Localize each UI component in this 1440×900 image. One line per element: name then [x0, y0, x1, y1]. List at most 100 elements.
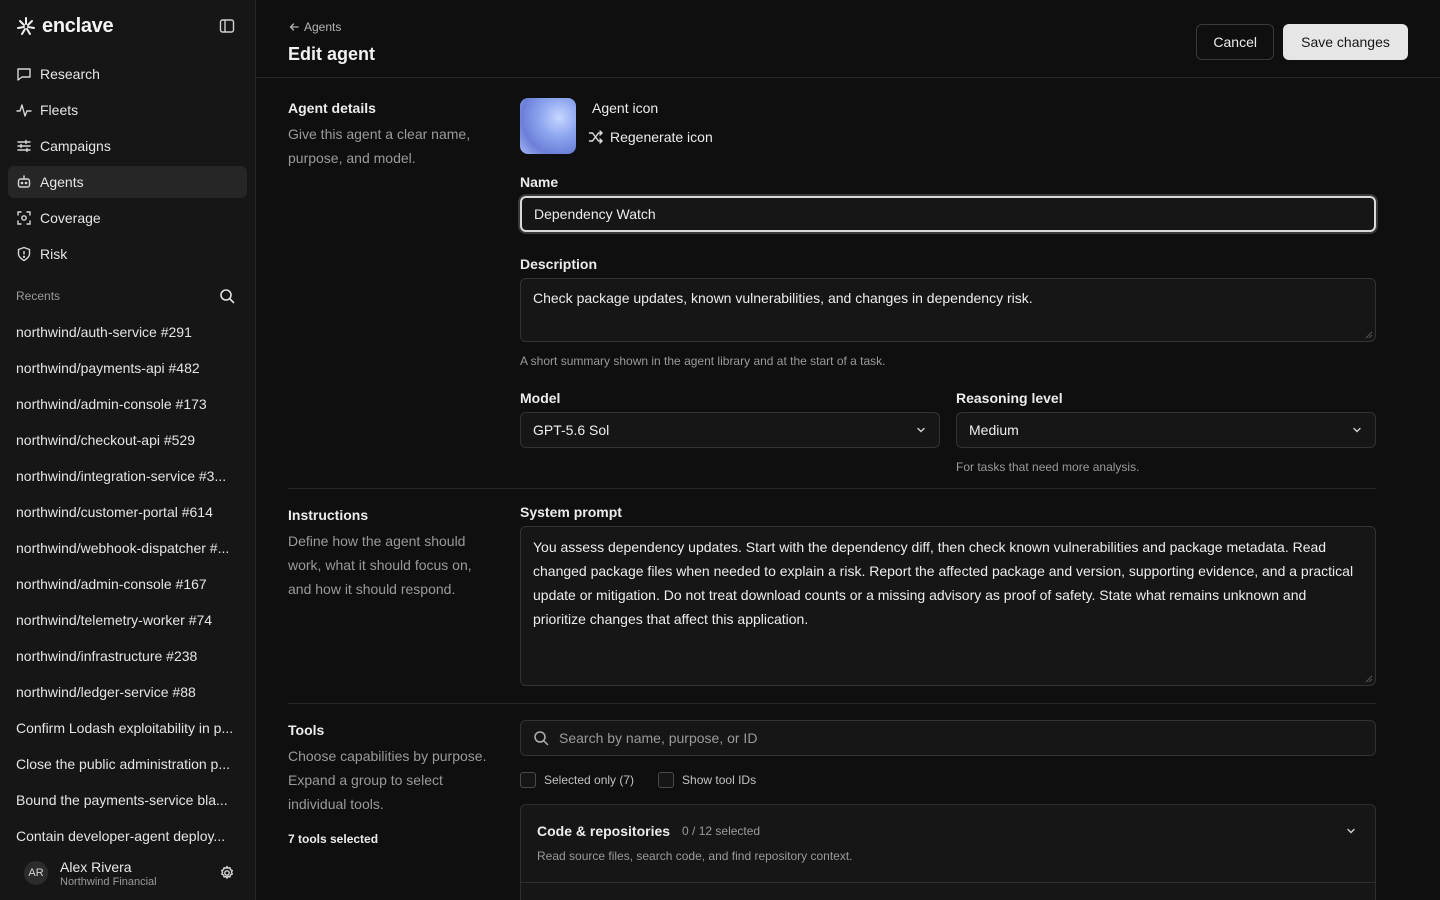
tool-group-code-repositories: Code & repositories 0 / 12 selected Read…: [520, 804, 1376, 900]
recents-header: Recents: [0, 284, 255, 308]
recent-item[interactable]: northwind/checkout-api #529: [8, 422, 247, 458]
section-divider: [288, 703, 1376, 704]
recent-item[interactable]: northwind/admin-console #167: [8, 566, 247, 602]
nav-label: Coverage: [40, 210, 101, 226]
recent-item-label: northwind/admin-console #173: [16, 396, 207, 412]
nav-label: Fleets: [40, 102, 79, 118]
recent-item[interactable]: northwind/telemetry-worker #74: [8, 602, 247, 638]
sidebar-toggle-button[interactable]: [215, 14, 239, 38]
system-prompt-textarea[interactable]: You assess dependency updates. Start wit…: [520, 526, 1376, 686]
recent-item[interactable]: northwind/webhook-dispatcher #...: [8, 530, 247, 566]
selected-only-checkbox[interactable]: [520, 772, 536, 788]
avatar[interactable]: AR: [24, 861, 48, 885]
agent-icon-meta: Agent icon Regenerate icon: [588, 98, 713, 145]
recent-item-label: northwind/webhook-dispatcher #...: [16, 540, 230, 556]
chevron-down-icon: [1347, 828, 1355, 834]
sliders-icon: [17, 139, 31, 153]
recent-item[interactable]: northwind/admin-console #173: [8, 386, 247, 422]
cancel-button[interactable]: Cancel: [1196, 24, 1274, 60]
regenerate-icon-button[interactable]: Regenerate icon: [588, 129, 713, 145]
nav-item-campaigns[interactable]: Campaigns: [8, 130, 247, 162]
recent-item-label: northwind/checkout-api #529: [16, 432, 196, 448]
section-description: Define how the agent should work, what i…: [288, 533, 472, 597]
brand-name: enclave: [42, 14, 114, 37]
chevron-down-icon: [917, 427, 925, 433]
instructions-section: Instructions Define how the agent should…: [288, 504, 1376, 686]
brand-logo[interactable]: enclave: [16, 14, 114, 38]
model-row: Model GPT-5.6 Sol Reasoning level Medium…: [520, 390, 1376, 474]
page-title: Edit agent: [288, 44, 376, 64]
page-header: Agents Edit agent Cancel Save changes: [256, 0, 1440, 78]
recent-item[interactable]: northwind/payments-api #482: [8, 350, 247, 386]
recents-list: northwind/auth-service #291 northwind/pa…: [0, 314, 255, 854]
name-input[interactable]: Dependency Watch: [520, 196, 1376, 232]
recent-item[interactable]: northwind/infrastructure #238: [8, 638, 247, 674]
search-icon: [534, 731, 549, 746]
shuffle-icon: [588, 130, 603, 144]
model-select[interactable]: GPT-5.6 Sol: [520, 412, 940, 448]
recent-item[interactable]: Confirm Lodash exploitability in p...: [8, 710, 247, 746]
enclave-logo-icon: [17, 17, 35, 35]
main-nav: Research Fleets Campaigns Agents Coverag…: [0, 52, 255, 270]
system-prompt-label: System prompt: [520, 504, 622, 520]
name-label: Name: [520, 174, 559, 190]
tool-group-description: Read source files, search code, and find…: [537, 849, 853, 863]
show-tool-ids-checkbox[interactable]: [658, 772, 675, 788]
recent-item[interactable]: Close the public administration p...: [8, 746, 247, 782]
recents-search-button[interactable]: [215, 284, 239, 308]
resize-handle-icon[interactable]: [1365, 331, 1373, 339]
nav-item-coverage[interactable]: Coverage: [8, 202, 247, 234]
recent-item[interactable]: northwind/ledger-service #88: [8, 674, 247, 710]
main-content: Agents Edit agent Cancel Save changes Ag…: [256, 0, 1440, 900]
reasoning-value: Medium: [969, 422, 1019, 438]
nav-item-fleets[interactable]: Fleets: [8, 94, 247, 126]
scan-icon: [17, 211, 31, 225]
model-field: Model GPT-5.6 Sol: [520, 390, 940, 474]
recent-item-label: northwind/customer-portal #614: [16, 504, 213, 520]
tool-group-name: Code & repositories: [537, 823, 671, 839]
tools-fields: Search by name, purpose, or ID Selected …: [520, 720, 1376, 900]
selected-only-label: Selected only (7): [544, 773, 635, 787]
agent-icon-preview[interactable]: [520, 98, 576, 154]
recent-item-label: northwind/ledger-service #88: [16, 684, 196, 700]
tools-filters: Selected only (7) Show tool IDs: [520, 772, 1376, 788]
sidebar-toggle-icon: [219, 19, 235, 33]
nav-item-agents[interactable]: Agents: [8, 166, 247, 198]
recent-item-label: Contain developer-agent deploy...: [16, 828, 226, 844]
user-name: Alex Rivera: [60, 858, 132, 875]
nav-item-risk[interactable]: Risk: [8, 238, 247, 270]
recent-item-label: Confirm Lodash exploitability in p...: [16, 720, 234, 736]
description-textarea[interactable]: Check package updates, known vulnerabili…: [520, 278, 1376, 342]
tool-group-count: 0 / 12 selected: [682, 824, 761, 838]
back-link-label: Agents: [304, 20, 342, 34]
recent-item[interactable]: Bound the payments-service bla...: [8, 782, 247, 818]
resize-handle-icon[interactable]: [1365, 675, 1373, 683]
tool-group-header[interactable]: Code & repositories 0 / 12 selected Read…: [521, 805, 1375, 883]
reasoning-select[interactable]: Medium: [956, 412, 1376, 448]
recent-item[interactable]: northwind/customer-portal #614: [8, 494, 247, 530]
recent-item-label: northwind/admin-console #167: [16, 576, 207, 592]
tools-search-input[interactable]: Search by name, purpose, or ID: [520, 720, 1376, 756]
recent-item-label: northwind/infrastructure #238: [16, 648, 198, 664]
recent-item[interactable]: northwind/auth-service #291: [8, 314, 247, 350]
settings-button[interactable]: [215, 861, 239, 885]
nav-label: Campaigns: [40, 138, 111, 154]
recent-item[interactable]: northwind/integration-service #3...: [8, 458, 247, 494]
search-icon: [220, 289, 235, 304]
chat-icon: [17, 68, 31, 81]
selected-only-toggle[interactable]: Selected only (7): [520, 772, 634, 788]
nav-item-research[interactable]: Research: [8, 58, 247, 90]
description-hint: A short summary shown in the agent libra…: [520, 354, 886, 368]
nav-label: Research: [40, 66, 100, 82]
instructions-fields: System prompt You assess dependency upda…: [520, 504, 1376, 686]
brand-bar: enclave: [0, 0, 255, 52]
back-link[interactable]: Agents: [288, 20, 341, 34]
app-root: enclave Research Fleets Campaigns Agents…: [0, 0, 1440, 900]
description-text: Check package updates, known vulnerabili…: [533, 290, 1033, 306]
description-label: Description: [520, 256, 598, 272]
show-tool-ids-toggle[interactable]: Show tool IDs: [658, 772, 756, 788]
save-button[interactable]: Save changes: [1283, 24, 1408, 60]
tool-group-title-row: Code & repositories 0 / 12 selected: [537, 823, 1359, 839]
gear-icon: [221, 865, 233, 879]
activity-icon: [16, 104, 32, 117]
